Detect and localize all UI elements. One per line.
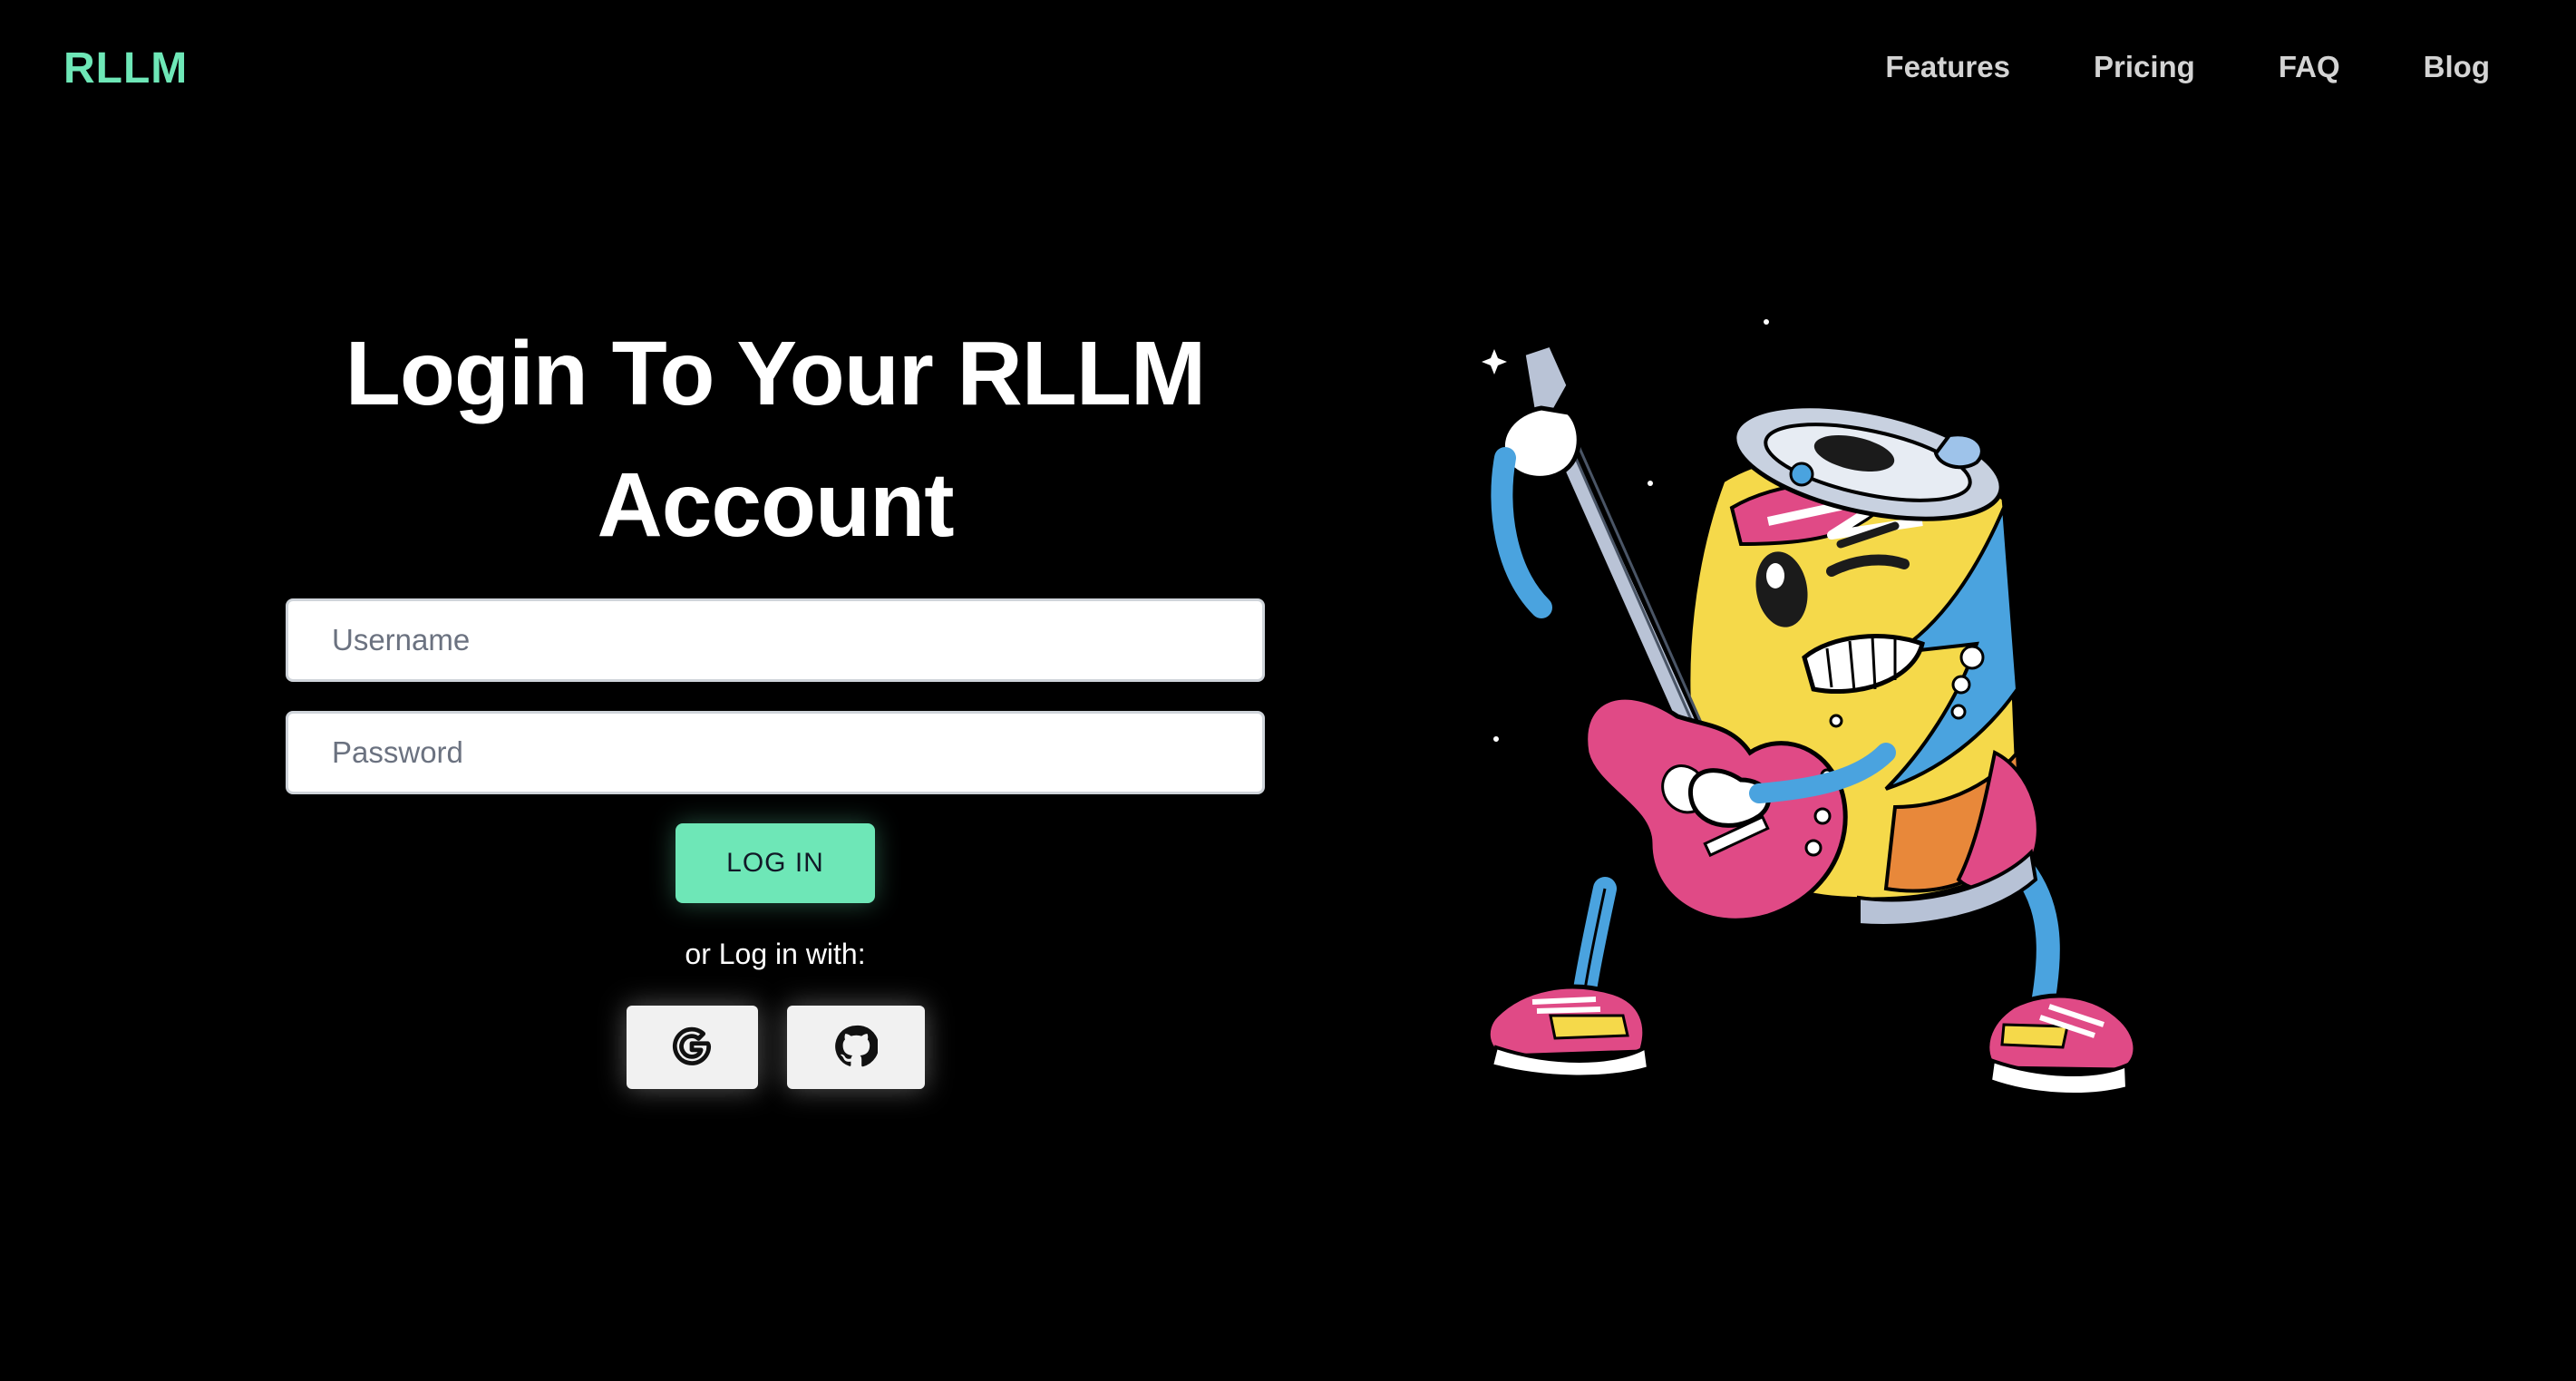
top-nav: Features Pricing FAQ Blog bbox=[1802, 50, 2490, 84]
google-login-button[interactable] bbox=[626, 1006, 758, 1089]
github-login-button[interactable] bbox=[786, 1006, 925, 1089]
google-icon bbox=[672, 1026, 712, 1069]
username-input[interactable] bbox=[286, 598, 1265, 682]
login-page: RLLM Features Pricing FAQ Blog Login To … bbox=[0, 0, 2576, 1381]
nav-link-pricing[interactable]: Pricing bbox=[2094, 50, 2195, 84]
nav-link-features[interactable]: Features bbox=[1885, 50, 2010, 84]
login-form: Login To Your RLLM Account LOG IN or Log… bbox=[286, 308, 1265, 1089]
login-button[interactable]: LOG IN bbox=[676, 823, 875, 903]
social-login-row bbox=[626, 1006, 925, 1089]
alt-login-label: or Log in with: bbox=[685, 938, 866, 970]
page-title: Login To Your RLLM Account bbox=[345, 323, 1206, 556]
github-icon bbox=[834, 1025, 879, 1071]
nav-link-blog[interactable]: Blog bbox=[2424, 50, 2490, 84]
password-input[interactable] bbox=[286, 711, 1265, 794]
guitar-can-mascot-illustration bbox=[1469, 299, 2212, 1115]
brand-logo[interactable]: RLLM bbox=[63, 44, 188, 93]
nav-link-faq[interactable]: FAQ bbox=[2279, 50, 2340, 84]
